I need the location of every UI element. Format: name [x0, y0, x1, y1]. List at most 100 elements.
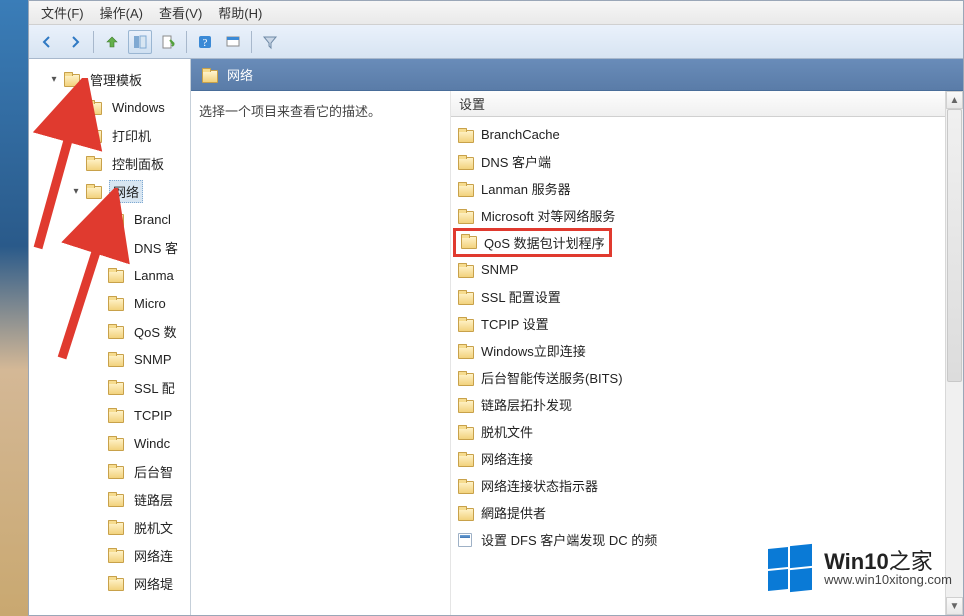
list-item-label: 网络连接 [481, 449, 533, 468]
menu-action[interactable]: 操作(A) [92, 1, 151, 24]
scroll-thumb[interactable] [947, 109, 962, 382]
tree-link-layer[interactable]: 链路层 [29, 485, 190, 513]
folder-icon [457, 344, 475, 358]
tree-ssl[interactable]: SSL 配 [29, 373, 190, 401]
watermark-brand: Win10 [824, 549, 889, 574]
tree-printers[interactable]: 打印机 [29, 121, 190, 149]
expander-icon[interactable]: ▾ [47, 72, 61, 86]
folder-icon [85, 184, 103, 198]
forward-button[interactable] [63, 30, 87, 54]
scroll-down-button[interactable]: ▼ [946, 597, 963, 615]
folder-icon [107, 520, 125, 534]
tree-admin-templates[interactable]: ▾管理模板 [29, 65, 190, 93]
expander-icon [91, 576, 105, 590]
expander-icon [91, 408, 105, 422]
list-item[interactable]: 后台智能传送服务(BITS) [451, 364, 945, 391]
folder-icon [107, 324, 125, 338]
list-item[interactable]: 網路提供者 [451, 499, 945, 526]
tree-net-prov[interactable]: 网络堤 [29, 569, 190, 597]
description-column: 选择一个项目来查看它的描述。 [191, 91, 451, 615]
list-item-label: 网络连接状态指示器 [481, 476, 598, 495]
watermark-url: www.win10xitong.com [824, 573, 952, 587]
tree-pane[interactable]: ▾管理模板Windows打印机控制面板 ▾ 网络 Brancl DNS 客 Lanma Mi… [29, 59, 191, 615]
list-item[interactable]: Lanman 服务器 [451, 175, 945, 202]
list-item-label: 后台智能传送服务(BITS) [481, 368, 623, 387]
toolbar-separator [186, 31, 187, 53]
tree-network-folder[interactable]: ▾ 网络 [29, 177, 190, 205]
list-item-label: Microsoft 对等网络服务 [481, 206, 615, 225]
list-item[interactable]: BranchCache [451, 121, 945, 148]
tree-snmp[interactable]: SNMP [29, 345, 190, 373]
tree-net-conn[interactable]: 网络连 [29, 541, 190, 569]
list-body[interactable]: BranchCache DNS 客户端 Lanman 服务器 Microsoft 对等… [451, 117, 945, 615]
tree-item-label: Windc [131, 435, 173, 452]
highlighted-item: QoS 数据包计划程序 [453, 228, 612, 257]
tree-control-panel[interactable]: 控制面板 [29, 149, 190, 177]
list-item[interactable]: QoS 数据包计划程序 [451, 229, 945, 256]
list-item[interactable]: Windows立即连接 [451, 337, 945, 364]
list-item[interactable]: TCPIP 设置 [451, 310, 945, 337]
up-button[interactable] [100, 30, 124, 54]
folder-icon [457, 452, 475, 466]
tree-item-label: TCPIP [131, 407, 175, 424]
svg-text:?: ? [203, 37, 208, 49]
tree-lanman[interactable]: Lanma [29, 261, 190, 289]
list-item-label: TCPIP 设置 [481, 314, 549, 333]
list-item[interactable]: SSL 配置设置 [451, 283, 945, 310]
folder-icon [107, 240, 125, 254]
folder-icon [107, 464, 125, 478]
tree-qos[interactable]: QoS 数 [29, 317, 190, 345]
vertical-scrollbar[interactable]: ▲ ▼ [945, 91, 963, 615]
filter-button[interactable] [258, 30, 282, 54]
expander-icon [91, 380, 105, 394]
folder-icon [457, 398, 475, 412]
folder-icon [457, 128, 475, 142]
tree-item-label: DNS 客 [131, 237, 181, 258]
scroll-up-button[interactable]: ▲ [946, 91, 963, 109]
tree-tcpip[interactable]: TCPIP [29, 401, 190, 429]
list-item[interactable]: 脱机文件 [451, 418, 945, 445]
list-item[interactable]: 网络连接 [451, 445, 945, 472]
expander-icon [91, 240, 105, 254]
scroll-track[interactable] [946, 109, 963, 597]
help-button[interactable]: ? [193, 30, 217, 54]
tree-item-label: 控制面板 [109, 153, 167, 174]
tree-item-label: Lanma [131, 267, 177, 284]
tree-item-label: Brancl [131, 211, 174, 228]
tree-bits[interactable]: 后台智 [29, 457, 190, 485]
folder-icon [107, 436, 125, 450]
tree-toggle-button[interactable] [128, 30, 152, 54]
list-item[interactable]: 链路层拓扑发现 [451, 391, 945, 418]
tree-win-inst[interactable]: Windc [29, 429, 190, 457]
folder-icon [457, 479, 475, 493]
back-button[interactable] [35, 30, 59, 54]
list-item[interactable]: 网络连接状态指示器 [451, 472, 945, 499]
tree-windows-folder[interactable]: Windows [29, 93, 190, 121]
list-item[interactable]: Microsoft 对等网络服务 [451, 202, 945, 229]
folder-icon [457, 317, 475, 331]
tree-microsoft[interactable]: Micro [29, 289, 190, 317]
list-item[interactable]: DNS 客户端 [451, 148, 945, 175]
tree-dns-client[interactable]: DNS 客 [29, 233, 190, 261]
export-button[interactable] [156, 30, 180, 54]
folder-icon [457, 182, 475, 196]
expander-icon [91, 212, 105, 226]
tree-item-label: 网络 [109, 180, 143, 203]
list-item-label: DNS 客户端 [481, 152, 551, 171]
tree-branchcache[interactable]: Brancl [29, 205, 190, 233]
menu-help[interactable]: 帮助(H) [210, 1, 270, 24]
folder-icon [457, 209, 475, 223]
menu-file[interactable]: 文件(F) [33, 1, 92, 24]
folder-icon [457, 263, 475, 277]
list-header[interactable]: 设置 [451, 91, 945, 117]
properties-button[interactable] [221, 30, 245, 54]
folder-icon [201, 68, 219, 82]
expander-icon[interactable]: ▾ [69, 184, 83, 198]
menu-view[interactable]: 查看(V) [151, 1, 210, 24]
tree-offline[interactable]: 脱机文 [29, 513, 190, 541]
folder-icon [107, 296, 125, 310]
tree-item-label: SNMP [131, 351, 175, 368]
expander-icon [91, 520, 105, 534]
tree-item-label: Micro [131, 295, 169, 312]
list-item[interactable]: SNMP [451, 256, 945, 283]
